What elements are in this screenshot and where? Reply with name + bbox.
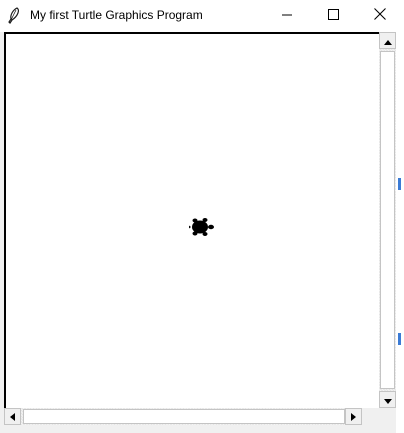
vertical-scroll-thumb[interactable] [380, 51, 395, 389]
title-bar[interactable]: My first Turtle Graphics Program [0, 0, 404, 32]
horizontal-scrollbar[interactable] [4, 408, 379, 425]
close-icon [374, 7, 386, 25]
close-button[interactable] [356, 0, 404, 32]
minimize-button[interactable] [264, 0, 310, 32]
arrow-right-icon [351, 408, 356, 426]
client-area [4, 32, 404, 433]
turtle-window: My first Turtle Graphics Program [0, 0, 404, 433]
scroll-up-button[interactable] [379, 32, 396, 49]
arrow-up-icon [383, 32, 392, 50]
scroll-left-button[interactable] [4, 408, 21, 425]
maximize-button[interactable] [310, 0, 356, 32]
scrollbar-corner [379, 408, 396, 425]
arrow-left-icon [10, 408, 15, 426]
arrow-down-icon [383, 391, 392, 409]
scroll-down-button[interactable] [379, 391, 396, 408]
window-edge [396, 32, 404, 433]
background-window-edge [398, 333, 401, 345]
background-window-edge [398, 178, 401, 190]
maximize-icon [327, 7, 339, 25]
scroll-right-button[interactable] [345, 408, 362, 425]
minimize-icon [282, 7, 292, 25]
feather-icon [6, 7, 22, 25]
horizontal-scroll-thumb[interactable] [23, 409, 345, 424]
vertical-scrollbar[interactable] [379, 32, 396, 408]
window-title: My first Turtle Graphics Program [30, 8, 203, 22]
turtle-icon [189, 217, 215, 237]
turtle-canvas[interactable] [4, 32, 379, 408]
